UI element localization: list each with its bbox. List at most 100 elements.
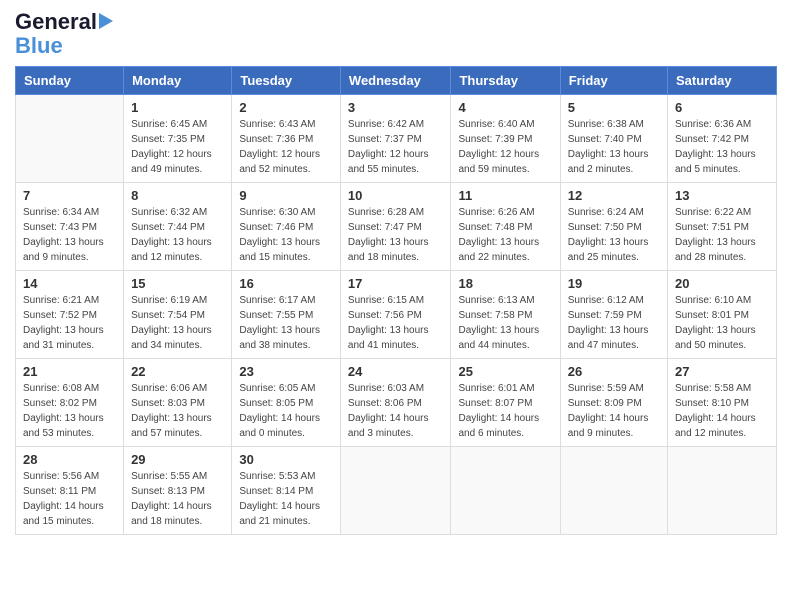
day-number: 6 bbox=[675, 100, 769, 115]
day-info: Sunrise: 6:19 AM Sunset: 7:54 PM Dayligh… bbox=[131, 293, 224, 353]
calendar-cell: 20 Sunrise: 6:10 AM Sunset: 8:01 PM Dayli… bbox=[668, 271, 777, 359]
day-number: 15 bbox=[131, 276, 224, 291]
day-info: Sunrise: 6:01 AM Sunset: 8:07 PM Dayligh… bbox=[458, 381, 552, 441]
day-info: Sunrise: 5:55 AM Sunset: 8:13 PM Dayligh… bbox=[131, 469, 224, 529]
calendar-cell: 23 Sunrise: 6:05 AM Sunset: 8:05 PM Dayli… bbox=[232, 359, 341, 447]
weekday-header-saturday: Saturday bbox=[668, 67, 777, 95]
day-number: 16 bbox=[239, 276, 333, 291]
calendar-week-1: 1 Sunrise: 6:45 AM Sunset: 7:35 PM Daylig… bbox=[16, 95, 777, 183]
weekday-header-wednesday: Wednesday bbox=[340, 67, 451, 95]
day-info: Sunrise: 6:43 AM Sunset: 7:36 PM Dayligh… bbox=[239, 117, 333, 177]
calendar-cell: 12 Sunrise: 6:24 AM Sunset: 7:50 PM Dayli… bbox=[560, 183, 667, 271]
calendar-cell: 3 Sunrise: 6:42 AM Sunset: 7:37 PM Daylig… bbox=[340, 95, 451, 183]
calendar-cell: 4 Sunrise: 6:40 AM Sunset: 7:39 PM Daylig… bbox=[451, 95, 560, 183]
calendar-header-row: SundayMondayTuesdayWednesdayThursdayFrid… bbox=[16, 67, 777, 95]
calendar-cell: 28 Sunrise: 5:56 AM Sunset: 8:11 PM Dayli… bbox=[16, 447, 124, 535]
day-info: Sunrise: 6:38 AM Sunset: 7:40 PM Dayligh… bbox=[568, 117, 660, 177]
calendar-cell: 16 Sunrise: 6:17 AM Sunset: 7:55 PM Dayli… bbox=[232, 271, 341, 359]
day-info: Sunrise: 6:21 AM Sunset: 7:52 PM Dayligh… bbox=[23, 293, 116, 353]
day-info: Sunrise: 6:34 AM Sunset: 7:43 PM Dayligh… bbox=[23, 205, 116, 265]
weekday-header-tuesday: Tuesday bbox=[232, 67, 341, 95]
day-info: Sunrise: 6:42 AM Sunset: 7:37 PM Dayligh… bbox=[348, 117, 444, 177]
day-info: Sunrise: 6:22 AM Sunset: 7:51 PM Dayligh… bbox=[675, 205, 769, 265]
day-number: 22 bbox=[131, 364, 224, 379]
day-number: 8 bbox=[131, 188, 224, 203]
day-info: Sunrise: 6:26 AM Sunset: 7:48 PM Dayligh… bbox=[458, 205, 552, 265]
day-number: 28 bbox=[23, 452, 116, 467]
day-info: Sunrise: 6:08 AM Sunset: 8:02 PM Dayligh… bbox=[23, 381, 116, 441]
day-info: Sunrise: 6:03 AM Sunset: 8:06 PM Dayligh… bbox=[348, 381, 444, 441]
day-number: 5 bbox=[568, 100, 660, 115]
day-info: Sunrise: 6:36 AM Sunset: 7:42 PM Dayligh… bbox=[675, 117, 769, 177]
day-number: 18 bbox=[458, 276, 552, 291]
calendar-week-4: 21 Sunrise: 6:08 AM Sunset: 8:02 PM Dayli… bbox=[16, 359, 777, 447]
calendar-cell: 29 Sunrise: 5:55 AM Sunset: 8:13 PM Dayli… bbox=[124, 447, 232, 535]
day-info: Sunrise: 6:13 AM Sunset: 7:58 PM Dayligh… bbox=[458, 293, 552, 353]
day-info: Sunrise: 6:30 AM Sunset: 7:46 PM Dayligh… bbox=[239, 205, 333, 265]
calendar-cell: 24 Sunrise: 6:03 AM Sunset: 8:06 PM Dayli… bbox=[340, 359, 451, 447]
calendar-cell: 14 Sunrise: 6:21 AM Sunset: 7:52 PM Dayli… bbox=[16, 271, 124, 359]
calendar-cell bbox=[340, 447, 451, 535]
day-number: 30 bbox=[239, 452, 333, 467]
day-number: 17 bbox=[348, 276, 444, 291]
day-number: 27 bbox=[675, 364, 769, 379]
day-info: Sunrise: 6:32 AM Sunset: 7:44 PM Dayligh… bbox=[131, 205, 224, 265]
day-number: 3 bbox=[348, 100, 444, 115]
day-number: 25 bbox=[458, 364, 552, 379]
calendar-cell: 7Sunrise: 6:34 AM Sunset: 7:43 PM Daylig… bbox=[16, 183, 124, 271]
calendar-cell: 9 Sunrise: 6:30 AM Sunset: 7:46 PM Daylig… bbox=[232, 183, 341, 271]
day-info: Sunrise: 6:05 AM Sunset: 8:05 PM Dayligh… bbox=[239, 381, 333, 441]
calendar-cell: 13Sunrise: 6:22 AM Sunset: 7:51 PM Dayli… bbox=[668, 183, 777, 271]
day-number: 23 bbox=[239, 364, 333, 379]
calendar-cell: 19Sunrise: 6:12 AM Sunset: 7:59 PM Dayli… bbox=[560, 271, 667, 359]
calendar-cell bbox=[560, 447, 667, 535]
day-number: 14 bbox=[23, 276, 116, 291]
calendar-cell: 5 Sunrise: 6:38 AM Sunset: 7:40 PM Daylig… bbox=[560, 95, 667, 183]
day-info: Sunrise: 6:06 AM Sunset: 8:03 PM Dayligh… bbox=[131, 381, 224, 441]
calendar-cell: 11Sunrise: 6:26 AM Sunset: 7:48 PM Dayli… bbox=[451, 183, 560, 271]
day-info: Sunrise: 6:40 AM Sunset: 7:39 PM Dayligh… bbox=[458, 117, 552, 177]
calendar-cell: 17 Sunrise: 6:15 AM Sunset: 7:56 PM Dayli… bbox=[340, 271, 451, 359]
day-number: 2 bbox=[239, 100, 333, 115]
day-info: Sunrise: 5:58 AM Sunset: 8:10 PM Dayligh… bbox=[675, 381, 769, 441]
day-number: 24 bbox=[348, 364, 444, 379]
logo-text-general: General bbox=[15, 10, 97, 34]
day-info: Sunrise: 5:56 AM Sunset: 8:11 PM Dayligh… bbox=[23, 469, 116, 529]
day-number: 12 bbox=[568, 188, 660, 203]
day-number: 21 bbox=[23, 364, 116, 379]
page-container: General Blue SundayMondayTuesdayWednesda… bbox=[0, 0, 792, 545]
day-info: Sunrise: 6:24 AM Sunset: 7:50 PM Dayligh… bbox=[568, 205, 660, 265]
calendar-cell: 10 Sunrise: 6:28 AM Sunset: 7:47 PM Dayli… bbox=[340, 183, 451, 271]
day-number: 9 bbox=[239, 188, 333, 203]
calendar-cell bbox=[16, 95, 124, 183]
calendar-cell: 25 Sunrise: 6:01 AM Sunset: 8:07 PM Dayli… bbox=[451, 359, 560, 447]
logo-text-blue: Blue bbox=[15, 34, 63, 58]
calendar-week-2: 7Sunrise: 6:34 AM Sunset: 7:43 PM Daylig… bbox=[16, 183, 777, 271]
calendar-cell: 21 Sunrise: 6:08 AM Sunset: 8:02 PM Dayli… bbox=[16, 359, 124, 447]
logo: General Blue bbox=[15, 10, 113, 58]
calendar-cell: 27 Sunrise: 5:58 AM Sunset: 8:10 PM Dayli… bbox=[668, 359, 777, 447]
calendar-cell: 6 Sunrise: 6:36 AM Sunset: 7:42 PM Daylig… bbox=[668, 95, 777, 183]
day-info: Sunrise: 6:10 AM Sunset: 8:01 PM Dayligh… bbox=[675, 293, 769, 353]
day-number: 29 bbox=[131, 452, 224, 467]
calendar-table: SundayMondayTuesdayWednesdayThursdayFrid… bbox=[15, 66, 777, 535]
weekday-header-monday: Monday bbox=[124, 67, 232, 95]
calendar-week-3: 14 Sunrise: 6:21 AM Sunset: 7:52 PM Dayli… bbox=[16, 271, 777, 359]
calendar-cell: 8 Sunrise: 6:32 AM Sunset: 7:44 PM Daylig… bbox=[124, 183, 232, 271]
day-info: Sunrise: 6:28 AM Sunset: 7:47 PM Dayligh… bbox=[348, 205, 444, 265]
calendar-cell: 2 Sunrise: 6:43 AM Sunset: 7:36 PM Daylig… bbox=[232, 95, 341, 183]
calendar-cell: 22 Sunrise: 6:06 AM Sunset: 8:03 PM Dayli… bbox=[124, 359, 232, 447]
day-number: 26 bbox=[568, 364, 660, 379]
day-number: 4 bbox=[458, 100, 552, 115]
weekday-header-thursday: Thursday bbox=[451, 67, 560, 95]
day-number: 10 bbox=[348, 188, 444, 203]
logo-arrow-icon bbox=[99, 13, 113, 29]
day-number: 20 bbox=[675, 276, 769, 291]
day-info: Sunrise: 6:45 AM Sunset: 7:35 PM Dayligh… bbox=[131, 117, 224, 177]
weekday-header-friday: Friday bbox=[560, 67, 667, 95]
calendar-cell bbox=[668, 447, 777, 535]
day-info: Sunrise: 6:17 AM Sunset: 7:55 PM Dayligh… bbox=[239, 293, 333, 353]
day-info: Sunrise: 6:15 AM Sunset: 7:56 PM Dayligh… bbox=[348, 293, 444, 353]
calendar-cell: 15 Sunrise: 6:19 AM Sunset: 7:54 PM Dayli… bbox=[124, 271, 232, 359]
day-number: 1 bbox=[131, 100, 224, 115]
